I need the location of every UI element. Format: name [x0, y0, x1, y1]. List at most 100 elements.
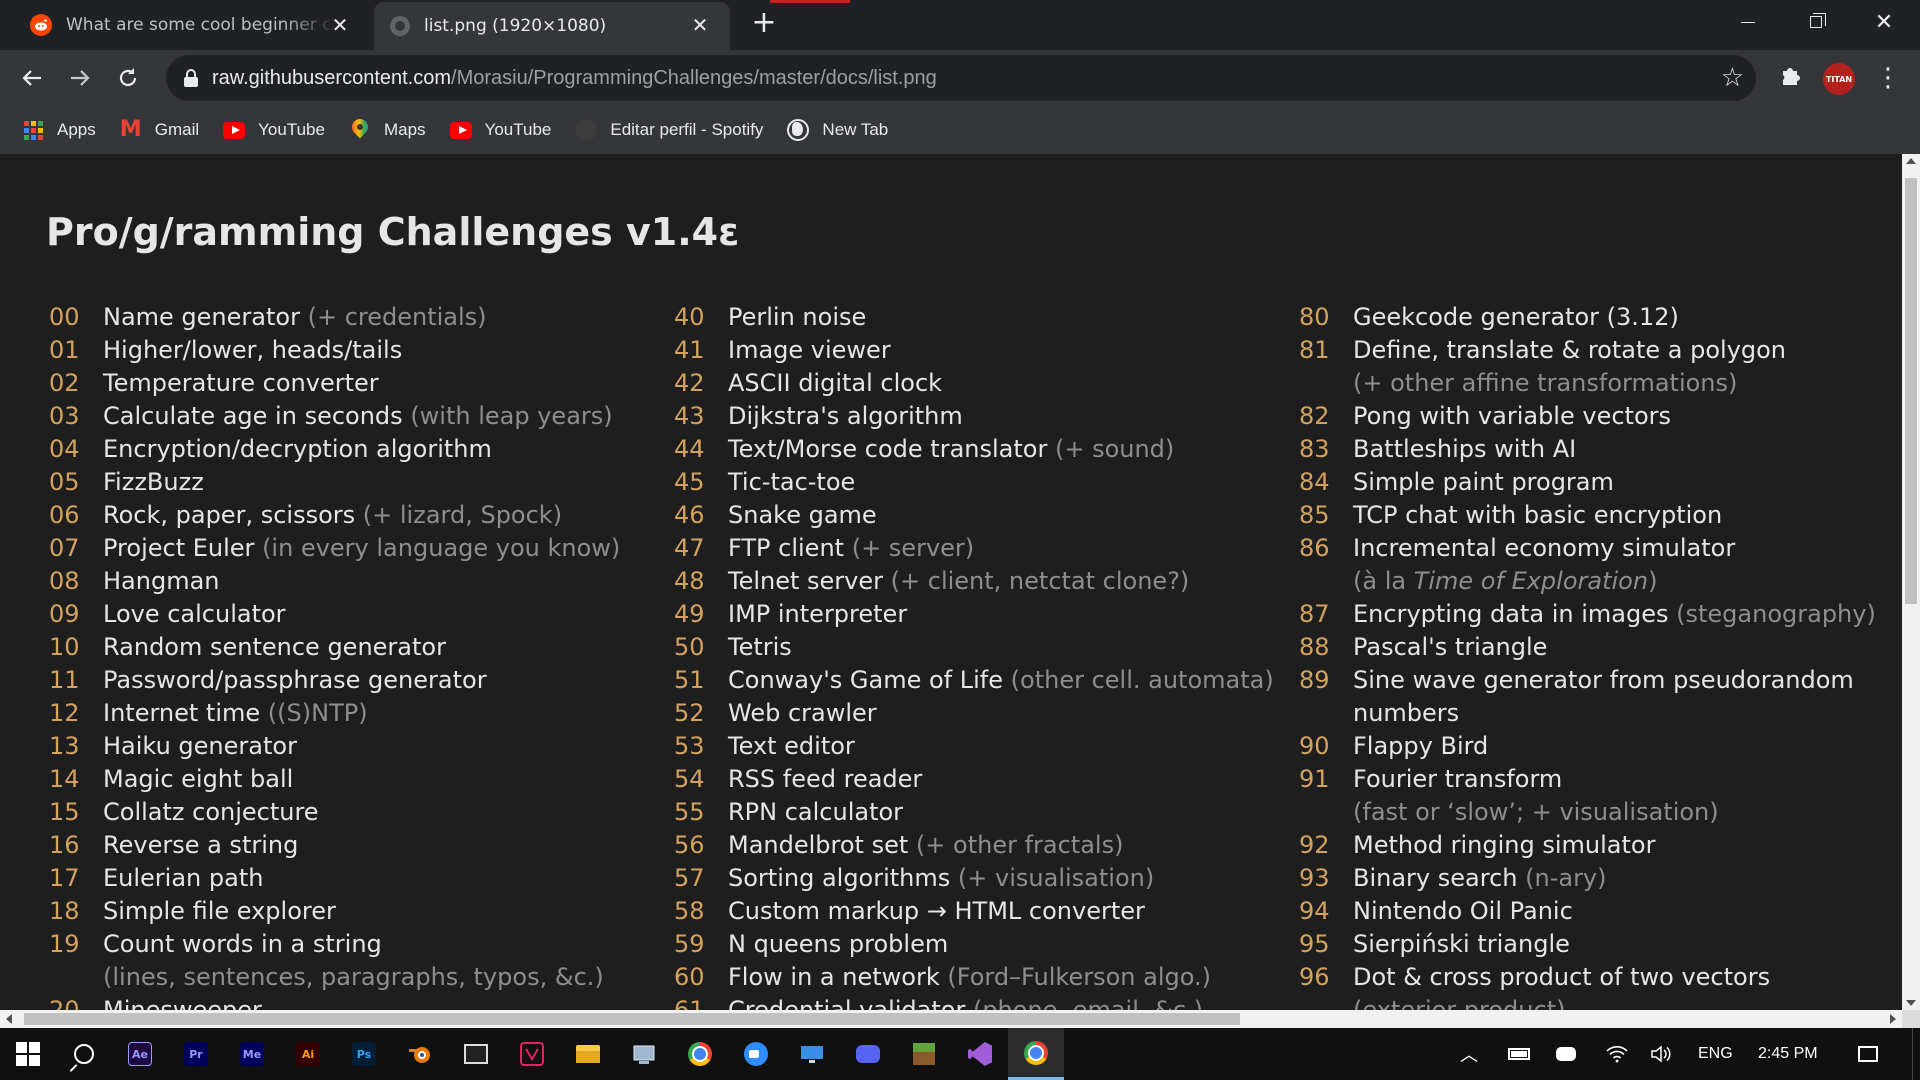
- challenge-number: 58: [674, 897, 705, 925]
- close-tab-icon[interactable]: ✕: [688, 13, 712, 37]
- reload-button[interactable]: [110, 60, 146, 96]
- taskbar-visual-studio[interactable]: [952, 1028, 1008, 1080]
- tab-list-png[interactable]: list.png (1920×1080) ✕: [374, 2, 730, 50]
- taskbar-minecraft[interactable]: [896, 1028, 952, 1080]
- scroll-left-arrow-icon[interactable]: [6, 1014, 12, 1024]
- scrollbar-thumb[interactable]: [1905, 178, 1917, 604]
- new-tab-button[interactable]: +: [748, 8, 780, 40]
- challenge-title: (+ other affine transformations): [1353, 369, 1738, 397]
- discord-tray-icon[interactable]: [1556, 1028, 1576, 1080]
- tab-reddit[interactable]: What are some cool beginner cod ✕: [0, 0, 370, 50]
- taskbar-illustrator[interactable]: Ai: [280, 1028, 336, 1080]
- taskbar-vm[interactable]: [616, 1028, 672, 1080]
- challenge-number: 01: [49, 336, 80, 364]
- bookmark-youtube-2[interactable]: YouTube: [449, 119, 551, 141]
- challenge-title: Dijkstra's algorithm: [728, 402, 963, 430]
- scroll-right-arrow-icon[interactable]: [1890, 1014, 1896, 1024]
- youtube-icon: [223, 119, 246, 141]
- bookmark-youtube[interactable]: YouTube: [223, 119, 325, 141]
- challenge-title: Simple paint program: [1353, 468, 1614, 496]
- challenge-note: (phone, email, &c.): [972, 996, 1204, 1010]
- lock-icon[interactable]: [184, 69, 198, 87]
- close-window-button[interactable]: ✕: [1850, 0, 1918, 44]
- globe-icon: [787, 119, 810, 141]
- scrollbar-thumb[interactable]: [24, 1013, 1240, 1025]
- challenge-number: 84: [1299, 468, 1330, 496]
- url-text[interactable]: raw.githubusercontent.com/Morasiu/Progra…: [212, 67, 937, 90]
- vertical-scrollbar[interactable]: [1902, 154, 1920, 1010]
- taskbar-chrome-active[interactable]: [1008, 1028, 1064, 1080]
- volume-icon[interactable]: [1650, 1028, 1672, 1080]
- taskbar-zoom[interactable]: [728, 1028, 784, 1080]
- restore-button[interactable]: [1782, 0, 1850, 44]
- challenge-title: Haiku generator: [103, 732, 297, 760]
- terminal-icon: [464, 1044, 488, 1064]
- challenge-title: Minesweeper: [103, 996, 262, 1010]
- taskbar-premiere[interactable]: Pr: [168, 1028, 224, 1080]
- challenge-number: 06: [49, 501, 80, 529]
- challenge-number: 07: [49, 534, 80, 562]
- challenge-number: 87: [1299, 600, 1330, 628]
- show-hidden-icons-chevron-icon[interactable]: ︿: [1460, 1028, 1478, 1080]
- challenge-number: 59: [674, 930, 705, 958]
- taskbar-terminal[interactable]: [448, 1028, 504, 1080]
- taskbar-vivaldi[interactable]: [504, 1028, 560, 1080]
- challenge-number: 00: [49, 303, 80, 331]
- taskbar-monitor[interactable]: [784, 1028, 840, 1080]
- minimize-button[interactable]: [1714, 0, 1782, 44]
- page-viewport[interactable]: Pro/g/ramming Challenges v1.4ε 00 Name ge…: [0, 154, 1902, 1010]
- profile-avatar[interactable]: TITAN: [1823, 63, 1855, 95]
- forward-button[interactable]: [62, 60, 98, 96]
- challenge-number: 13: [49, 732, 80, 760]
- challenge-title: Rock, paper, scissors: [103, 501, 356, 529]
- taskbar-chrome[interactable]: [672, 1028, 728, 1080]
- scroll-down-arrow-icon[interactable]: [1906, 1000, 1916, 1006]
- challenge-number: 47: [674, 534, 705, 562]
- apps-grid-icon: [22, 119, 44, 141]
- kebab-menu-icon[interactable]: ⋮: [1874, 62, 1902, 94]
- taskbar-photoshop[interactable]: Ps: [336, 1028, 392, 1080]
- taskbar-search-button[interactable]: [56, 1028, 112, 1080]
- illustrator-icon: Ai: [296, 1042, 320, 1066]
- bookmark-gmail[interactable]: M Gmail: [120, 119, 199, 141]
- challenge-title: (exterior product): [1353, 996, 1566, 1010]
- start-button[interactable]: [0, 1028, 56, 1080]
- challenge-title: Define, translate & rotate a polygon: [1353, 336, 1787, 364]
- taskbar-file-explorer[interactable]: [560, 1028, 616, 1080]
- address-bar[interactable]: raw.githubusercontent.com/Morasiu/Progra…: [166, 55, 1756, 101]
- visual-studio-icon: [968, 1042, 992, 1066]
- challenge-title-italic: Time of Exploration: [1413, 567, 1649, 595]
- challenge-number: 04: [49, 435, 80, 463]
- taskbar-blender[interactable]: [392, 1028, 448, 1080]
- back-button[interactable]: [14, 60, 50, 96]
- bookmark-star-icon[interactable]: ☆: [1721, 63, 1744, 93]
- battery-icon[interactable]: [1508, 1028, 1530, 1080]
- challenge-number: 05: [49, 468, 80, 496]
- challenge-title-tail: ): [1648, 567, 1658, 595]
- bookmark-new-tab[interactable]: New Tab: [787, 119, 888, 141]
- spotify-icon: [575, 119, 598, 141]
- close-tab-icon[interactable]: ✕: [328, 13, 352, 37]
- challenge-note: ((S)NTP): [267, 699, 368, 727]
- bookmark-spotify[interactable]: Editar perfil - Spotify: [575, 119, 763, 141]
- language-indicator[interactable]: ENG: [1698, 1028, 1733, 1080]
- bookmark-apps[interactable]: Apps: [22, 119, 96, 141]
- notification-center-icon[interactable]: [1858, 1028, 1878, 1080]
- clock[interactable]: 2:45 PM: [1758, 1028, 1818, 1080]
- challenge-number: 19: [49, 930, 80, 958]
- minecraft-icon: [913, 1043, 935, 1065]
- taskbar-media-encoder[interactable]: Me: [224, 1028, 280, 1080]
- taskbar-after-effects[interactable]: Ae: [112, 1028, 168, 1080]
- taskbar-discord[interactable]: [840, 1028, 896, 1080]
- scroll-up-arrow-icon[interactable]: [1906, 158, 1916, 164]
- challenge-title: Custom markup → HTML converter: [728, 897, 1145, 925]
- show-desktop-button[interactable]: [1912, 1028, 1920, 1080]
- wifi-icon[interactable]: [1606, 1028, 1628, 1080]
- photoshop-icon: Ps: [352, 1042, 376, 1066]
- challenge-title: ASCII digital clock: [728, 369, 943, 397]
- horizontal-scrollbar[interactable]: [0, 1010, 1902, 1028]
- challenge-title: Name generator: [103, 303, 300, 331]
- challenge-note: (steganography): [1676, 600, 1876, 628]
- extensions-puzzle-icon[interactable]: [1776, 64, 1804, 92]
- bookmark-maps[interactable]: Maps: [348, 115, 426, 141]
